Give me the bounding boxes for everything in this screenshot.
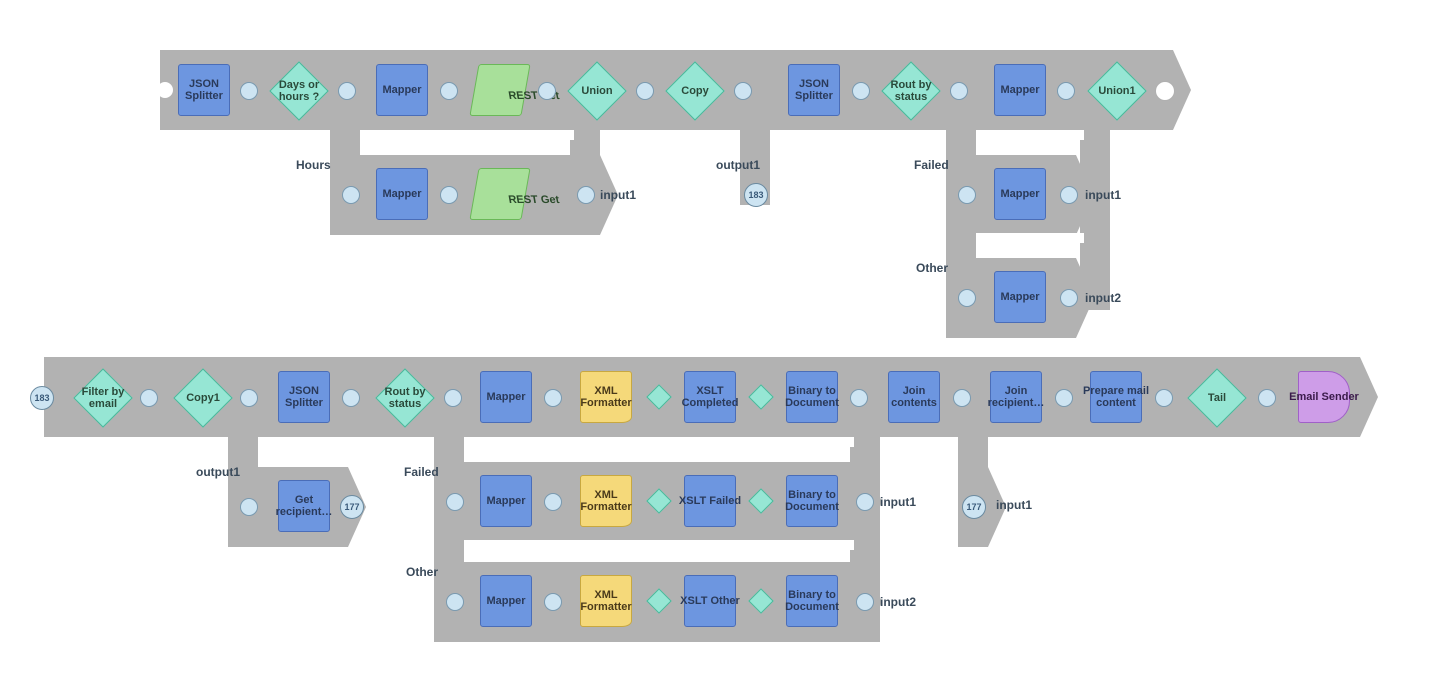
- port[interactable]: [544, 593, 562, 611]
- port[interactable]: [577, 186, 595, 204]
- port-183-in[interactable]: 183: [30, 386, 54, 410]
- port[interactable]: [440, 186, 458, 204]
- port[interactable]: [240, 82, 258, 100]
- port-177-out[interactable]: 177: [340, 495, 364, 519]
- branch-out-input2: input2: [1085, 291, 1121, 305]
- branch-label-hours: Hours: [296, 158, 331, 172]
- node-get-recipient[interactable]: Get recipient…: [278, 480, 330, 532]
- port[interactable]: [240, 498, 258, 516]
- port[interactable]: [544, 493, 562, 511]
- node-binary-to-document[interactable]: Binary to Document: [786, 475, 838, 527]
- node-mapper[interactable]: Mapper: [480, 371, 532, 423]
- node-mapper[interactable]: Mapper: [376, 168, 428, 220]
- port[interactable]: [636, 82, 654, 100]
- node-xslt-completed[interactable]: XSLT Completed: [684, 371, 736, 423]
- port[interactable]: [856, 493, 874, 511]
- node-json-splitter[interactable]: JSON Splitter: [278, 371, 330, 423]
- node-rest-get[interactable]: REST Get: [469, 64, 530, 116]
- port[interactable]: [338, 82, 356, 100]
- node-email-sender[interactable]: Email Sender: [1298, 371, 1350, 423]
- node-xml-formatter[interactable]: XML Formatter: [580, 575, 632, 627]
- branch-label-output1: output1: [716, 158, 760, 172]
- port[interactable]: [342, 186, 360, 204]
- port[interactable]: [544, 389, 562, 407]
- port[interactable]: [342, 389, 360, 407]
- node-xslt-failed[interactable]: XSLT Failed: [684, 475, 736, 527]
- sep: [464, 437, 854, 447]
- port[interactable]: [446, 493, 464, 511]
- port[interactable]: [440, 82, 458, 100]
- node-rest-get[interactable]: REST Get: [469, 168, 530, 220]
- branch-out-input1: input1: [1085, 188, 1121, 202]
- branch-label-other: Other: [916, 261, 948, 275]
- port[interactable]: [1057, 82, 1075, 100]
- branch-label-output1: output1: [196, 465, 240, 479]
- node-json-splitter[interactable]: JSON Splitter: [178, 64, 230, 116]
- port[interactable]: [240, 389, 258, 407]
- node-mapper[interactable]: Mapper: [480, 475, 532, 527]
- node-mapper[interactable]: Mapper: [480, 575, 532, 627]
- pipeline-canvas[interactable]: JSON Splitter Days or hours ? Mapper RES…: [0, 0, 1438, 694]
- sep: [360, 130, 574, 140]
- port[interactable]: [1258, 389, 1276, 407]
- sep: [976, 233, 1084, 243]
- port-183[interactable]: 183: [744, 183, 768, 207]
- port[interactable]: [1155, 389, 1173, 407]
- port[interactable]: [734, 82, 752, 100]
- port[interactable]: [1060, 289, 1078, 307]
- sep: [976, 130, 1084, 140]
- node-xml-formatter[interactable]: XML Formatter: [580, 371, 632, 423]
- branch-label-failed: Failed: [404, 465, 439, 479]
- node-join-recipient[interactable]: Join recipient…: [990, 371, 1042, 423]
- node-binary-to-document[interactable]: Binary to Document: [786, 371, 838, 423]
- port[interactable]: [856, 593, 874, 611]
- node-mapper[interactable]: Mapper: [994, 271, 1046, 323]
- branch-out-input1: input1: [880, 495, 916, 509]
- branch-out-input2: input2: [880, 595, 916, 609]
- branch-label-failed: Failed: [914, 158, 949, 172]
- branch-out-input1: input1: [996, 498, 1032, 512]
- port[interactable]: [538, 82, 556, 100]
- node-prepare-mail-content[interactable]: Prepare mail content: [1090, 371, 1142, 423]
- port[interactable]: [1055, 389, 1073, 407]
- port[interactable]: [950, 82, 968, 100]
- port[interactable]: [446, 593, 464, 611]
- node-mapper[interactable]: Mapper: [994, 64, 1046, 116]
- node-mapper[interactable]: Mapper: [994, 168, 1046, 220]
- port[interactable]: [444, 389, 462, 407]
- node-xml-formatter[interactable]: XML Formatter: [580, 475, 632, 527]
- branch-out-input1: input1: [600, 188, 636, 202]
- branch-label-other: Other: [406, 565, 438, 579]
- port[interactable]: [852, 82, 870, 100]
- sep: [464, 540, 854, 550]
- port[interactable]: [958, 186, 976, 204]
- port-end[interactable]: [1155, 81, 1175, 101]
- port[interactable]: [953, 389, 971, 407]
- port[interactable]: [958, 289, 976, 307]
- port[interactable]: [140, 389, 158, 407]
- node-mapper[interactable]: Mapper: [376, 64, 428, 116]
- node-join-contents[interactable]: Join contents: [888, 371, 940, 423]
- node-json-splitter[interactable]: JSON Splitter: [788, 64, 840, 116]
- port-177-in[interactable]: 177: [962, 495, 986, 519]
- port[interactable]: [1060, 186, 1078, 204]
- port[interactable]: [850, 389, 868, 407]
- branch-hours-bar: [330, 155, 600, 235]
- node-xslt-other[interactable]: XSLT Other: [684, 575, 736, 627]
- node-binary-to-document[interactable]: Binary to Document: [786, 575, 838, 627]
